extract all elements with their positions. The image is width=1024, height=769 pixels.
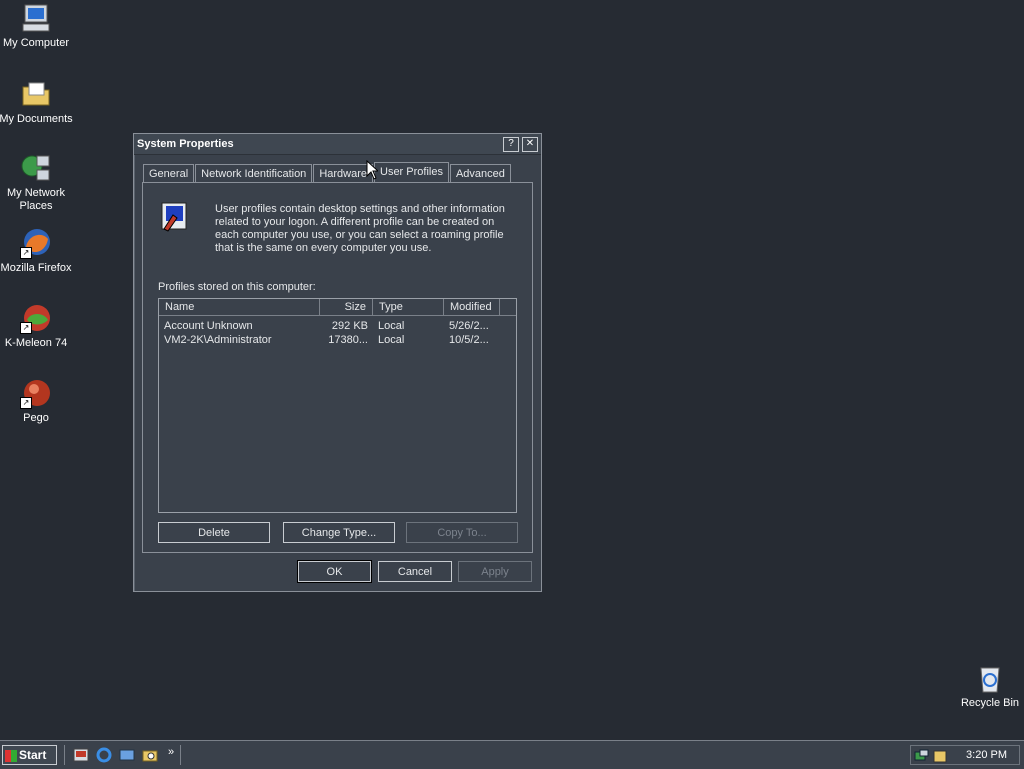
desktop-icon-label: Pego: [23, 412, 49, 424]
desktop-icon-label: Mozilla Firefox: [0, 262, 72, 274]
pego-icon: ↗: [20, 377, 52, 409]
cell-name: VM2-2K\Administrator: [164, 334, 272, 346]
tab-user-profiles[interactable]: User Profiles: [374, 162, 449, 183]
desktop-icon-my-computer[interactable]: My Computer: [0, 2, 74, 50]
start-button[interactable]: Start: [2, 745, 57, 765]
column-header-modified[interactable]: Modified: [444, 299, 500, 315]
table-row[interactable]: VM2-2K\Administrator 17380... Local 10/5…: [159, 333, 516, 347]
recycle-bin-icon: [974, 662, 1006, 694]
intro-text: User profiles contain desktop settings a…: [215, 203, 505, 254]
desktop-icon-mozilla-firefox[interactable]: ↗ Mozilla Firefox: [0, 227, 74, 275]
show-desktop-icon[interactable]: [73, 747, 89, 763]
profiles-stored-label: Profiles stored on this computer:: [158, 281, 316, 293]
delete-button[interactable]: Delete: [158, 522, 270, 543]
desktop-icon-my-documents[interactable]: My Documents: [0, 78, 74, 126]
start-label: Start: [19, 748, 47, 762]
user-profiles-panel: User profiles contain desktop settings a…: [142, 182, 533, 553]
shortcut-arrow-icon: ↗: [20, 247, 32, 259]
desktop-icon-label: My Network Places: [6, 187, 66, 212]
cell-size: 17380...: [328, 334, 368, 346]
desktop-icon-k-meleon[interactable]: ↗ K-Meleon 74: [0, 302, 74, 350]
explorer-icon[interactable]: [142, 747, 158, 763]
change-type-button[interactable]: Change Type...: [283, 522, 395, 543]
system-properties-dialog: System Properties ? ✕ General Network Id…: [133, 133, 542, 592]
column-header-name[interactable]: Name: [159, 299, 320, 315]
taskbar-separator: [64, 745, 67, 765]
folder-icon: [20, 78, 52, 110]
firefox-icon: ↗: [20, 227, 52, 259]
desktop-icon-recycle-bin[interactable]: Recycle Bin: [952, 662, 1024, 710]
tab-general[interactable]: General: [143, 164, 195, 183]
copy-to-button[interactable]: Copy To...: [406, 522, 518, 543]
network-tray-icon[interactable]: [914, 748, 930, 764]
tab-hardware[interactable]: Hardware: [313, 164, 373, 183]
volume-tray-icon[interactable]: [932, 748, 948, 764]
column-header-size[interactable]: Size: [320, 299, 373, 315]
shortcut-arrow-icon: ↗: [20, 322, 32, 334]
mouse-pointer-icon: [366, 160, 378, 180]
help-button[interactable]: ?: [503, 136, 519, 152]
cell-size: 292 KB: [331, 320, 368, 332]
desktop-icon-label: Recycle Bin: [960, 697, 1020, 709]
desktop-icon-label: K-Meleon 74: [4, 337, 68, 349]
column-header-filler: [500, 299, 516, 315]
cancel-button[interactable]: Cancel: [378, 561, 452, 582]
desktop-icon-pego[interactable]: ↗ Pego: [0, 377, 74, 425]
cell-modified: 10/5/2...: [449, 334, 489, 346]
profiles-list[interactable]: Name Size Type Modified Account Unknown …: [158, 298, 517, 513]
taskbar-separator: [180, 745, 183, 765]
cell-name: Account Unknown: [164, 320, 253, 332]
cell-type: Local: [378, 320, 405, 332]
quick-launch-chevron[interactable]: »: [168, 746, 174, 758]
table-row[interactable]: Account Unknown 292 KB Local 5/26/2...: [159, 319, 516, 333]
taskbar: Start » 3:20 PM: [0, 740, 1024, 769]
user-profile-icon: [159, 201, 189, 233]
network-icon: [20, 152, 52, 184]
system-tray: 3:20 PM: [910, 745, 1020, 765]
list-header: Name Size Type Modified: [159, 299, 516, 316]
clock[interactable]: 3:20 PM: [966, 749, 1007, 761]
column-header-type[interactable]: Type: [373, 299, 444, 315]
shortcut-arrow-icon: ↗: [20, 397, 32, 409]
cell-type: Local: [378, 334, 405, 346]
ok-button[interactable]: OK: [297, 560, 372, 583]
my-computer-icon: [20, 2, 52, 34]
desktop-icon-my-network-places[interactable]: My Network Places: [0, 152, 74, 213]
desktop-icon-label: My Documents: [0, 113, 73, 125]
internet-explorer-icon[interactable]: [96, 747, 112, 763]
tab-network-identification[interactable]: Network Identification: [195, 164, 313, 183]
kmeleon-icon: ↗: [20, 302, 52, 334]
tab-strip: General Network Identification Hardware …: [143, 162, 512, 183]
windows-logo-icon: [5, 749, 17, 762]
desktop-icon-label: My Computer: [2, 37, 70, 49]
apply-button[interactable]: Apply: [458, 561, 532, 582]
cell-modified: 5/26/2...: [449, 320, 489, 332]
title-bar[interactable]: System Properties ? ✕: [134, 134, 541, 155]
outlook-express-icon[interactable]: [119, 747, 135, 763]
close-button[interactable]: ✕: [522, 136, 538, 152]
dialog-title: System Properties: [137, 138, 234, 150]
tab-advanced[interactable]: Advanced: [449, 164, 511, 183]
